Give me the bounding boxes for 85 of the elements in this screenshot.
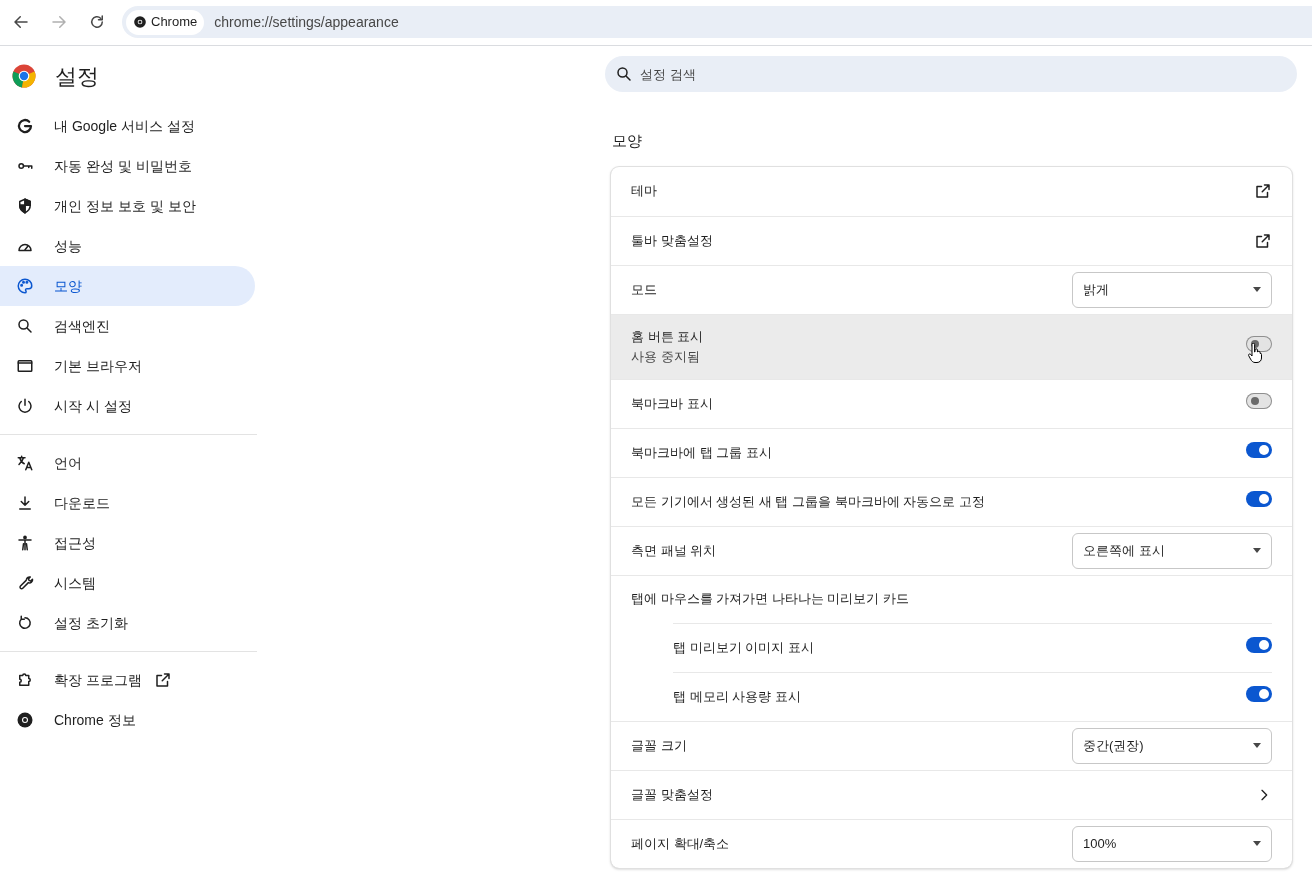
google-g-icon <box>16 117 34 135</box>
translate-icon <box>16 454 34 472</box>
dropdown[interactable]: 밝게 <box>1072 271 1272 308</box>
setting-label: 모드 <box>631 280 658 299</box>
sidebar-item[interactable]: 접근성 <box>0 523 255 563</box>
setting-label: 탭에 마우스를 가져가면 나타나는 미리보기 카드 <box>631 590 911 609</box>
setting-label: 탭 메모리 사용량 표시 <box>673 687 802 706</box>
settings-row[interactable]: 탭 메모리 사용량 표시 <box>611 671 1292 721</box>
settings-row[interactable]: 글꼴 맞춤설정 <box>611 769 1292 819</box>
site-chip[interactable]: Chrome <box>126 9 205 35</box>
sidebar-item[interactable]: 자동 완성 및 비밀번호 <box>0 146 255 186</box>
setting-label: 홈 버튼 표시 <box>631 328 705 346</box>
settings-row[interactable]: 북마크바 표시 <box>611 378 1292 428</box>
download-icon <box>16 494 34 512</box>
setting-description: 사용 중지됨 <box>631 347 701 366</box>
sidebar-item[interactable]: 설정 초기화 <box>0 603 255 643</box>
settings-row[interactable]: 테마 <box>611 166 1292 216</box>
sidebar-item[interactable]: 기본 브라우저 <box>0 346 255 386</box>
shield-icon <box>16 197 34 215</box>
search-field[interactable]: 설정 검색 <box>605 56 1297 92</box>
sidebar-item[interactable]: 모양 <box>0 266 255 306</box>
accessibility-icon <box>16 534 34 552</box>
hand-cursor-icon <box>1248 342 1262 363</box>
settings-row[interactable]: 북마크바에 탭 그룹 표시 <box>611 427 1292 477</box>
setting-label: 탭 미리보기 이미지 표시 <box>673 638 815 657</box>
toggle-switch[interactable] <box>1246 392 1272 409</box>
setting-label: 툴바 맞춤설정 <box>631 231 714 250</box>
sidebar-item[interactable]: 다운로드 <box>0 483 255 523</box>
setting-label: 북마크바에 탭 그룹 표시 <box>631 443 773 462</box>
sidebar-item[interactable]: 확장 프로그램 <box>0 660 255 700</box>
palette-icon <box>16 277 34 295</box>
caret-icon <box>1253 841 1261 846</box>
url-text: chrome://settings/appearance <box>214 12 399 32</box>
dropdown[interactable]: 오른쪽에 표시 <box>1072 532 1272 569</box>
power-icon <box>16 397 34 415</box>
caret-icon <box>1253 743 1261 748</box>
settings-row[interactable]: 모드 밝게 <box>611 264 1292 314</box>
settings-row[interactable]: 모든 기기에서 생성된 새 탭 그룹을 북마크바에 자동으로 고정 <box>611 476 1292 526</box>
toggle-switch[interactable] <box>1246 685 1272 702</box>
sidebar-item[interactable]: 시작 시 설정 <box>0 386 255 426</box>
caret-icon <box>1253 548 1261 553</box>
address-bar[interactable]: Chrome chrome://settings/appearance <box>122 6 1312 38</box>
sidebar-item[interactable]: 내 Google 서비스 설정 <box>0 106 255 146</box>
back-arrow-icon <box>12 13 30 31</box>
dropdown[interactable]: 100% <box>1072 825 1272 862</box>
reload-icon <box>88 13 106 31</box>
sidebar-item[interactable]: Chrome 정보 <box>0 700 255 740</box>
settings-row[interactable]: 탭 미리보기 이미지 표시 <box>611 622 1292 672</box>
puzzle-piece-icon <box>16 671 34 689</box>
toggle-switch[interactable] <box>1246 490 1272 507</box>
external-link-icon[interactable] <box>1254 231 1272 250</box>
setting-label: 글꼴 맞춤설정 <box>631 785 714 804</box>
settings-row[interactable]: 측면 패널 위치 오른쪽에 표시 <box>611 525 1292 575</box>
sidebar-item[interactable]: 언어 <box>0 443 255 483</box>
search-icon <box>615 65 633 83</box>
browser-window-icon <box>16 357 34 375</box>
section-title: 모양 <box>612 131 643 151</box>
settings-row[interactable]: 페이지 확대/축소 100% <box>611 818 1292 868</box>
setting-label: 모든 기기에서 생성된 새 탭 그룹을 북마크바에 자동으로 고정 <box>631 492 986 511</box>
sidebar-item[interactable]: 개인 정보 보호 및 보안 <box>0 186 255 226</box>
setting-label: 북마크바 표시 <box>631 394 714 413</box>
settings-row[interactable]: 홈 버튼 표시 사용 중지됨 <box>611 313 1292 379</box>
setting-label: 측면 패널 위치 <box>631 541 718 560</box>
search-icon <box>16 317 34 335</box>
chrome-logo-icon <box>16 711 34 729</box>
sidebar-item[interactable]: 성능 <box>0 226 255 266</box>
wrench-icon <box>16 574 34 592</box>
chrome-logo-icon <box>133 15 147 29</box>
settings-row[interactable]: 글꼴 크기 중간(권장) <box>611 720 1292 770</box>
sidebar-item[interactable]: 시스템 <box>0 563 255 603</box>
sidebar-item[interactable]: 검색엔진 <box>0 306 255 346</box>
external-link-icon[interactable] <box>1254 182 1272 200</box>
dropdown[interactable]: 중간(권장) <box>1072 727 1272 764</box>
setting-label: 글꼴 크기 <box>631 736 688 755</box>
page-title: 설정 <box>55 62 99 91</box>
toggle-switch[interactable] <box>1246 441 1272 458</box>
toggle-switch[interactable] <box>1246 335 1272 352</box>
setting-label: 페이지 확대/축소 <box>631 834 731 853</box>
setting-label: 테마 <box>631 182 658 201</box>
reset-icon <box>16 614 34 632</box>
forward-arrow-icon <box>50 13 68 31</box>
toggle-switch[interactable] <box>1246 636 1272 653</box>
settings-row[interactable]: 툴바 맞춤설정 <box>611 215 1292 265</box>
caret-icon <box>1253 287 1261 292</box>
chrome-logo-icon <box>12 64 36 88</box>
